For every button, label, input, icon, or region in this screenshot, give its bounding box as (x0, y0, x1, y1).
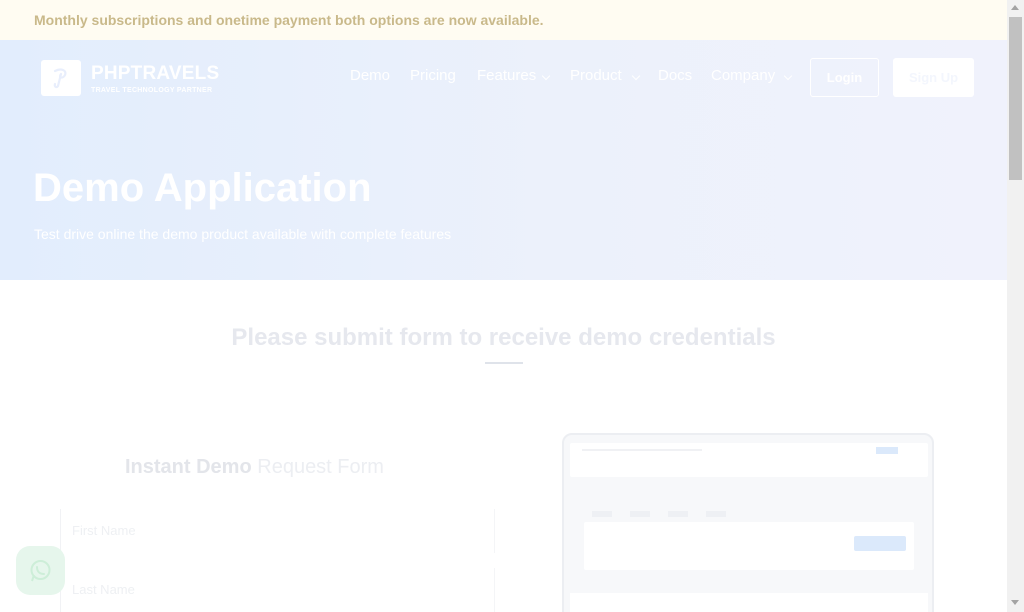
page-title: Demo Application (33, 166, 372, 210)
preview-header (570, 443, 928, 477)
nav-demo[interactable]: Demo (350, 67, 390, 84)
whatsapp-icon (30, 560, 51, 582)
signup-button[interactable]: Sign Up (893, 58, 974, 97)
last-name-field[interactable]: Last Name (60, 568, 495, 612)
chevron-down-icon (541, 71, 551, 81)
section-title: Please submit form to receive demo crede… (231, 324, 776, 351)
preview-search (584, 522, 914, 570)
announcement-bar: Monthly subscriptions and onetime paymen… (0, 0, 1007, 40)
phptravels-logo-icon (41, 60, 81, 96)
nav-product[interactable]: Product (570, 67, 622, 84)
title-divider (485, 362, 523, 364)
nav-company[interactable]: Company (711, 67, 775, 84)
scroll-down-icon[interactable] (1011, 600, 1019, 605)
logo-name: PHPTRAVELS (91, 63, 220, 84)
first-name-field[interactable]: First Name (60, 509, 495, 553)
nav-pricing[interactable]: Pricing (410, 67, 456, 84)
form-title-bold: Instant Demo (125, 456, 252, 478)
first-name-placeholder: First Name (72, 523, 136, 538)
scrollbar-thumb[interactable] (1009, 17, 1022, 180)
chevron-down-icon (631, 71, 641, 81)
last-name-placeholder: Last Name (72, 582, 135, 597)
logo-tagline: TRAVEL TECHNOLOGY PARTNER (91, 87, 213, 94)
scroll-up-icon[interactable] (1011, 5, 1019, 10)
form-title: Instant Demo Request Form (125, 456, 384, 479)
demo-preview-image (562, 433, 934, 612)
nav-docs[interactable]: Docs (658, 67, 692, 84)
whatsapp-chat-button[interactable] (16, 546, 65, 595)
site-logo[interactable]: PHPTRAVELS TRAVEL TECHNOLOGY PARTNER (41, 60, 221, 98)
form-title-light: Request Form (257, 456, 384, 478)
page-subtitle: Test drive online the demo product avail… (34, 226, 452, 242)
nav-features[interactable]: Features (477, 67, 536, 84)
chevron-down-icon (783, 71, 793, 81)
announcement-text: Monthly subscriptions and onetime paymen… (34, 12, 544, 28)
hero-section: PHPTRAVELS TRAVEL TECHNOLOGY PARTNER Dem… (0, 40, 1007, 280)
login-button[interactable]: Login (810, 58, 879, 97)
